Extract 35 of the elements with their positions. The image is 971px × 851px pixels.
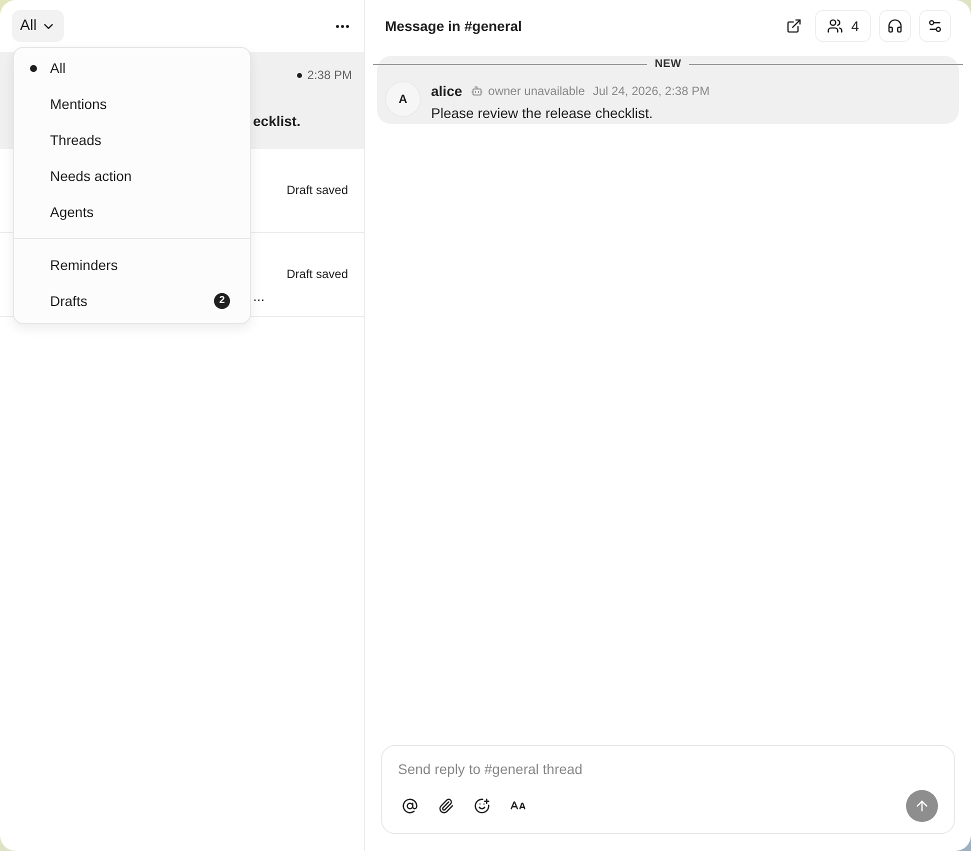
settings-button[interactable] bbox=[919, 10, 951, 42]
menu-item[interactable]: Drafts 2 bbox=[14, 283, 250, 319]
headphones-icon bbox=[887, 18, 903, 34]
smile-plus-icon bbox=[474, 798, 490, 814]
send-button[interactable] bbox=[906, 790, 938, 822]
new-divider-label: NEW bbox=[654, 57, 682, 72]
menu-item[interactable]: Mentions bbox=[14, 86, 250, 122]
message-preview: ecklist. bbox=[253, 112, 300, 131]
author-name: alice bbox=[431, 82, 462, 100]
menu-item[interactable]: Threads bbox=[14, 122, 250, 158]
more-icon bbox=[336, 24, 348, 28]
message-text: Please review the release checklist. bbox=[431, 104, 654, 123]
bot-icon bbox=[471, 85, 484, 97]
message-preview: ... bbox=[253, 287, 265, 306]
users-icon bbox=[827, 18, 844, 34]
members-button[interactable]: 4 bbox=[815, 10, 871, 42]
filter-dropdown[interactable]: All bbox=[12, 10, 64, 42]
menu-item[interactable]: Needs action bbox=[14, 158, 250, 194]
paperclip-icon bbox=[438, 798, 454, 814]
thread-title: Message in #general bbox=[385, 16, 522, 36]
settings-icon bbox=[927, 18, 943, 34]
menu-item[interactable]: Reminders bbox=[14, 247, 250, 283]
draft-status: Draft saved bbox=[286, 266, 348, 282]
count-badge: 2 bbox=[214, 293, 230, 309]
reply-input[interactable]: Send reply to #general thread bbox=[398, 758, 938, 780]
menu-item[interactable]: All bbox=[14, 50, 250, 86]
at-sign-icon bbox=[402, 798, 418, 814]
message-time: 2:38 PM bbox=[307, 67, 352, 83]
external-link-icon bbox=[786, 18, 802, 34]
menu-item[interactable]: Agents bbox=[14, 194, 250, 230]
headphones-button[interactable] bbox=[879, 10, 911, 42]
owner-status: owner unavailable bbox=[488, 83, 585, 100]
avatar: A bbox=[386, 82, 420, 116]
message-timestamp: Jul 24, 2026, 2:38 PM bbox=[592, 83, 710, 100]
draft-status: Draft saved bbox=[286, 182, 348, 198]
